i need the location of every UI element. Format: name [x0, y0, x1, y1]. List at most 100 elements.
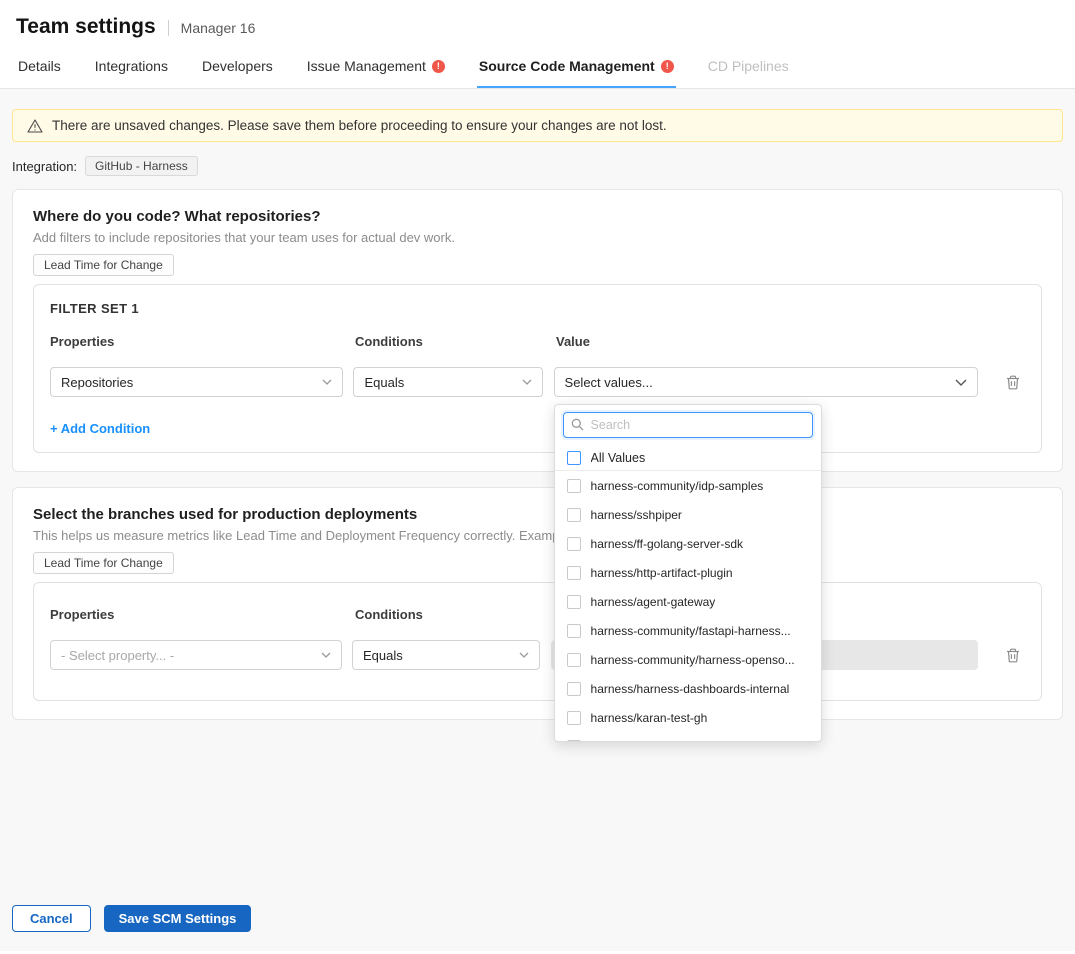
chevron-down-icon [955, 379, 967, 386]
checkbox-icon[interactable] [567, 740, 581, 743]
conditions-column-header: Conditions [355, 334, 545, 349]
tab-label: Developers [202, 58, 273, 74]
checkbox-icon[interactable] [567, 682, 581, 696]
option-label: harness-community/idp-samples [591, 479, 764, 493]
repo-option[interactable]: harness/agent-gateway [555, 587, 821, 616]
conditions-column-header: Conditions [355, 607, 545, 622]
delete-filter-button[interactable] [1001, 643, 1025, 667]
tab-integrations[interactable]: Integrations [93, 49, 170, 88]
repo-option-partial[interactable]: harness/... [555, 732, 821, 742]
tab-label: Issue Management [307, 58, 426, 74]
chevron-down-icon [522, 379, 532, 385]
property-select[interactable]: - Select property... - [50, 640, 342, 670]
trash-icon [1006, 648, 1020, 663]
repo-option[interactable]: harness-community/fastapi-harness... [555, 616, 821, 645]
tab-label: Integrations [95, 58, 168, 74]
branches-filter-set: Properties Conditions - Select property.… [33, 582, 1042, 701]
value-select[interactable]: Select values... [554, 367, 979, 397]
option-label: All Values [591, 451, 646, 465]
checkbox-icon[interactable] [567, 451, 581, 465]
filter-row: Repositories Equals Select values. [50, 367, 1025, 397]
repo-option[interactable]: harness/http-artifact-plugin [555, 558, 821, 587]
integration-chip: GitHub - Harness [85, 156, 198, 176]
tab-developers[interactable]: Developers [200, 49, 275, 88]
repositories-card: Where do you code? What repositories? Ad… [12, 189, 1063, 472]
column-headers: Properties Conditions Value [50, 334, 1025, 349]
option-label: harness/http-artifact-plugin [591, 566, 733, 580]
repo-option[interactable]: harness-community/harness-openso... [555, 645, 821, 674]
property-select-value: Repositories [61, 375, 133, 390]
condition-select-value: Equals [364, 375, 404, 390]
chevron-down-icon [322, 379, 332, 385]
checkbox-icon[interactable] [567, 711, 581, 725]
repo-option[interactable]: harness/harness-dashboards-internal [555, 674, 821, 703]
unsaved-changes-banner: There are unsaved changes. Please save t… [12, 109, 1063, 142]
chevron-down-icon [519, 652, 529, 658]
page-header: Team settings Manager 16 [0, 0, 1075, 49]
option-label: harness-community/fastapi-harness... [591, 624, 791, 638]
tab-source-code-management[interactable]: Source Code Management [477, 49, 676, 88]
checkbox-icon[interactable] [567, 653, 581, 667]
option-label: harness/... [591, 740, 647, 743]
chevron-down-icon [321, 652, 331, 658]
checkbox-icon[interactable] [567, 508, 581, 522]
tab-label: CD Pipelines [708, 58, 789, 74]
branches-card: Select the branches used for production … [12, 487, 1063, 720]
card-subtitle: This helps us measure metrics like Lead … [33, 528, 1042, 543]
all-values-option[interactable]: All Values [555, 445, 821, 471]
filter-row: - Select property... - Equals [50, 640, 1025, 670]
tab-details[interactable]: Details [16, 49, 63, 88]
delete-filter-button[interactable] [1001, 370, 1025, 394]
repo-option[interactable]: harness/karan-test-gh [555, 703, 821, 732]
banner-text: There are unsaved changes. Please save t… [52, 118, 667, 133]
dropdown-search-input[interactable] [563, 412, 813, 438]
option-label: harness/harness-dashboards-internal [591, 682, 790, 696]
cancel-button[interactable]: Cancel [12, 905, 91, 932]
value-column-header: Value [556, 334, 983, 349]
option-label: harness/agent-gateway [591, 595, 716, 609]
value-select-wrap: Select values... [554, 367, 979, 397]
repo-option[interactable]: harness/sshpiper [555, 500, 821, 529]
tab-label: Details [18, 58, 61, 74]
filter-set-1: FILTER SET 1 Properties Conditions Value… [33, 284, 1042, 453]
card-subtitle: Add filters to include repositories that… [33, 230, 1042, 245]
footer-actions: Cancel Save SCM Settings [12, 905, 1063, 932]
page-title: Team settings [16, 15, 156, 39]
save-scm-settings-button[interactable]: Save SCM Settings [104, 905, 252, 932]
lead-time-tag: Lead Time for Change [33, 254, 174, 276]
condition-select[interactable]: Equals [352, 640, 540, 670]
integration-row: Integration: GitHub - Harness [12, 156, 1063, 176]
column-headers: Properties Conditions [50, 607, 1025, 622]
checkbox-icon[interactable] [567, 595, 581, 609]
card-title: Where do you code? What repositories? [33, 208, 1042, 225]
page-subtitle: Manager 16 [168, 20, 256, 36]
card-title: Select the branches used for production … [33, 506, 1042, 523]
add-condition-button[interactable]: + Add Condition [50, 421, 150, 436]
team-settings-page: Team settings Manager 16 Details Integra… [0, 0, 1075, 954]
condition-select-value: Equals [363, 648, 403, 663]
checkbox-icon[interactable] [567, 624, 581, 638]
repo-option[interactable]: harness-community/idp-samples [555, 471, 821, 500]
condition-select[interactable]: Equals [353, 367, 542, 397]
checkbox-icon[interactable] [567, 537, 581, 551]
option-label: harness/karan-test-gh [591, 711, 708, 725]
tab-issue-management[interactable]: Issue Management [305, 49, 447, 88]
option-label: harness/sshpiper [591, 508, 682, 522]
tab-bar: Details Integrations Developers Issue Ma… [0, 49, 1075, 89]
tab-cd-pipelines: CD Pipelines [706, 49, 791, 88]
property-select-placeholder: - Select property... - [61, 648, 174, 663]
warning-badge-icon [432, 60, 445, 73]
checkbox-icon[interactable] [567, 479, 581, 493]
warning-triangle-icon [27, 119, 43, 133]
search-icon [571, 418, 584, 431]
integration-label: Integration: [12, 159, 77, 174]
values-dropdown: All Values harness-community/idp-samples… [554, 404, 822, 742]
property-select[interactable]: Repositories [50, 367, 343, 397]
warning-badge-icon [661, 60, 674, 73]
lead-time-tag: Lead Time for Change [33, 552, 174, 574]
tab-label: Source Code Management [479, 58, 655, 74]
trash-icon [1006, 375, 1020, 390]
properties-column-header: Properties [50, 334, 345, 349]
checkbox-icon[interactable] [567, 566, 581, 580]
repo-option[interactable]: harness/ff-golang-server-sdk [555, 529, 821, 558]
